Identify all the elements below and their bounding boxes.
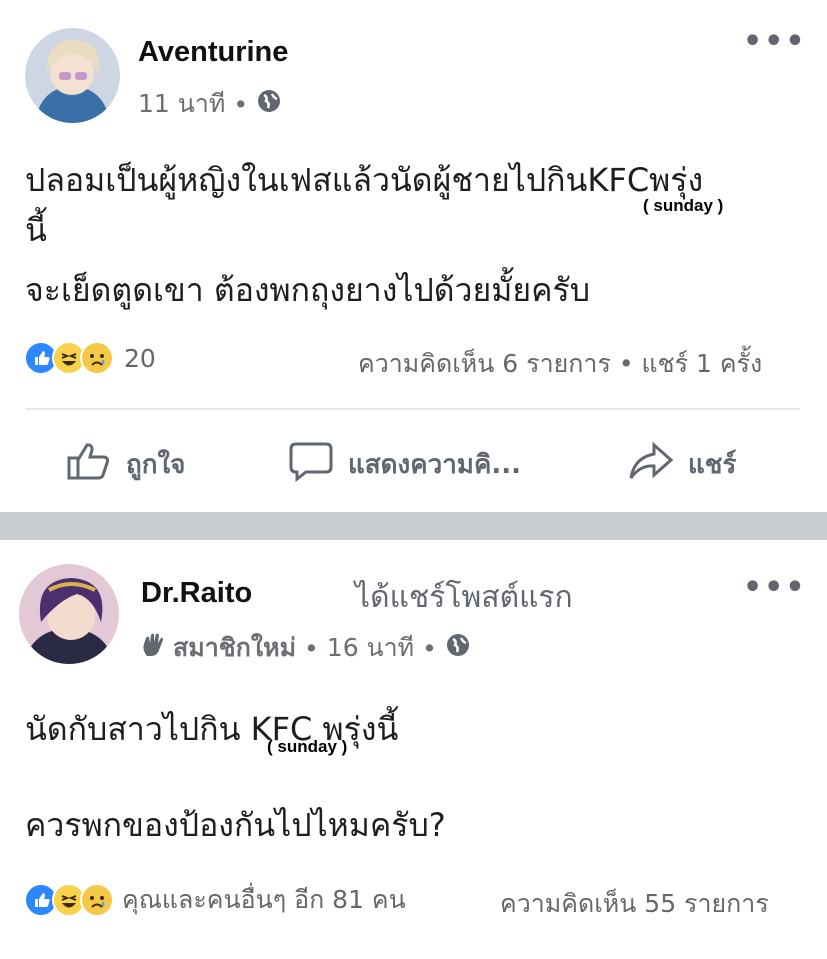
share-button[interactable]: แชร์ — [628, 440, 736, 489]
post-time[interactable]: 16 นาที — [327, 628, 414, 668]
meta-separator: • — [304, 633, 319, 663]
post-meta: 11 นาที • — [138, 84, 282, 124]
comments-count[interactable]: ความคิดเห็น 55 รายการ — [500, 884, 769, 924]
like-label: ถูกใจ — [126, 450, 186, 480]
reaction-summary[interactable]: 20 — [24, 341, 156, 375]
more-dots-icon[interactable]: ••• — [743, 570, 807, 605]
author-name[interactable]: Aventurine — [138, 36, 288, 69]
more-dots-icon[interactable]: ••• — [743, 24, 807, 59]
first-post-badge: ได้แชร์โพสต์แรก — [355, 580, 573, 615]
globe-icon — [256, 88, 282, 120]
wave-hand-icon — [141, 632, 165, 664]
share-arrow-icon — [628, 440, 674, 489]
reaction-summary[interactable]: คุณและคนอื่นๆ อีก 81 คน — [24, 880, 406, 920]
share-label: แชร์ — [688, 450, 737, 480]
comment-label: แสดงความคิ... — [348, 450, 521, 480]
avatar-image — [25, 28, 120, 123]
post-time[interactable]: 11 นาที — [138, 84, 225, 124]
comment-button[interactable]: แสดงความคิ... — [288, 440, 521, 489]
post-text-line-1: ปลอมเป็นผู้หญิงในเฟสแล้วนัดผู้ชายไปกินKF… — [25, 161, 704, 199]
post-card-2: Dr.Raito ได้แชร์โพสต์แรก ••• สมาชิกใหม่ … — [0, 540, 827, 959]
meta-separator: • — [233, 89, 249, 119]
avatar-image — [19, 564, 119, 664]
comment-bubble-icon — [288, 440, 334, 489]
reaction-count: 20 — [124, 343, 156, 373]
thumbs-up-icon — [66, 440, 112, 489]
reaction-people: คุณและคนอื่นๆ อีก 81 คน — [122, 885, 406, 914]
post-card-1: Aventurine 11 นาที • ••• ปลอมเป็นผู้หญิง… — [0, 0, 827, 512]
post-meta: สมาชิกใหม่ • 16 นาที • — [141, 628, 471, 668]
divider — [25, 408, 800, 410]
sad-reaction-icon — [80, 883, 114, 917]
sad-reaction-icon — [80, 341, 114, 375]
feed-separator — [0, 512, 827, 540]
member-label: สมาชิกใหม่ — [173, 633, 297, 662]
like-button[interactable]: ถูกใจ — [66, 440, 185, 489]
author-name[interactable]: Dr.Raito — [141, 577, 252, 610]
post-annotation: ( sunday ) — [267, 737, 348, 756]
avatar[interactable] — [25, 28, 120, 123]
post-text-line-2: นี้ — [25, 211, 47, 249]
post-annotation: ( sunday ) — [643, 196, 724, 215]
avatar[interactable] — [19, 564, 119, 664]
post-text-line-2: ควรพกของป้องกันไปไหมครับ? — [25, 806, 446, 844]
globe-icon — [445, 632, 471, 664]
comments-shares-stats[interactable]: ความคิดเห็น 6 รายการ • แชร์ 1 ครั้ง — [358, 344, 762, 384]
post-text-line-3: จะเย็ดตูดเขา ต้องพกถุงยางไปด้วยมั้ยครับ — [25, 271, 591, 309]
meta-separator: • — [422, 633, 437, 663]
